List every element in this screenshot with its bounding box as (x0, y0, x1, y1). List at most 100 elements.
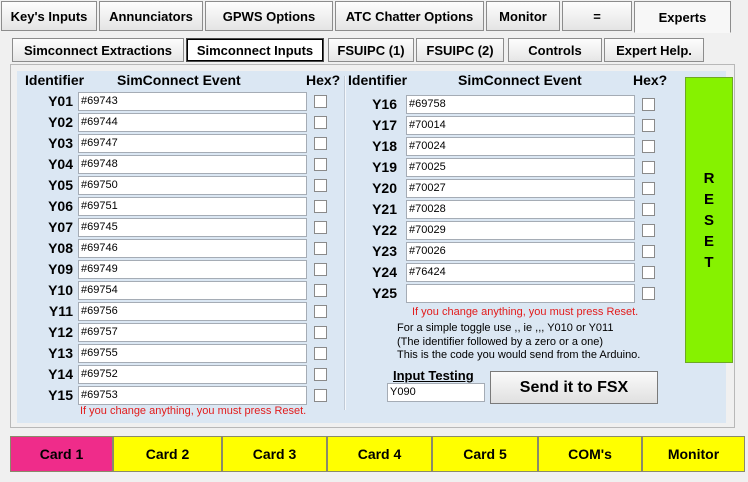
simconnect-event-field[interactable]: #70029 (406, 221, 635, 240)
hex-checkbox[interactable] (314, 95, 327, 108)
hex-checkbox[interactable] (642, 224, 655, 237)
simconnect-event-field[interactable]: #69743 (78, 92, 307, 111)
hex-checkbox[interactable] (642, 287, 655, 300)
keys-inputs-button[interactable]: Key's Inputs (1, 1, 97, 31)
monitor-card-button[interactable]: Monitor (642, 436, 745, 472)
tab-simconnect-extractions[interactable]: Simconnect Extractions (12, 38, 184, 62)
row-identifier: Y13 (48, 345, 73, 361)
simconnect-event-field[interactable]: #69757 (78, 323, 307, 342)
simconnect-event-field[interactable] (406, 284, 635, 303)
simconnect-event-field[interactable]: #69754 (78, 281, 307, 300)
row-identifier: Y09 (48, 261, 73, 277)
hex-checkbox[interactable] (642, 266, 655, 279)
simconnect-event-field[interactable]: #69748 (78, 155, 307, 174)
simconnect-event-field[interactable]: #70026 (406, 242, 635, 261)
hex-checkbox[interactable] (314, 137, 327, 150)
row-identifier: Y16 (372, 96, 397, 112)
hex-checkbox[interactable] (314, 368, 327, 381)
hex-checkbox[interactable] (642, 182, 655, 195)
simconnect-event-field[interactable]: #69755 (78, 344, 307, 363)
reset-letter: E (703, 190, 714, 208)
hex-checkbox[interactable] (642, 98, 655, 111)
hex-checkbox[interactable] (314, 221, 327, 234)
simconnect-event-field[interactable]: #70027 (406, 179, 635, 198)
hex-checkbox[interactable] (642, 203, 655, 216)
gpws-options-button[interactable]: GPWS Options (205, 1, 333, 31)
hex-checkbox[interactable] (642, 140, 655, 153)
hex-checkbox[interactable] (314, 389, 327, 402)
simconnect-event-field[interactable]: #69750 (78, 176, 307, 195)
card-3-button[interactable]: Card 3 (222, 436, 327, 472)
equals-button[interactable]: = (562, 1, 632, 31)
bottom-strip (0, 472, 748, 482)
toggle-note-line-2: (The identifier followed by a zero or a … (397, 336, 604, 348)
simconnect-event-field[interactable]: #69758 (406, 95, 635, 114)
tab-simconnect-inputs[interactable]: Simconnect Inputs (186, 38, 324, 62)
hex-checkbox[interactable] (314, 179, 327, 192)
tab-expert-help[interactable]: Expert Help. (604, 38, 704, 62)
row-identifier: Y02 (48, 114, 73, 130)
send-to-fsx-button[interactable]: Send it to FSX (490, 371, 658, 404)
row-identifier: Y19 (372, 159, 397, 175)
input-testing-field[interactable]: Y090 (387, 383, 485, 402)
tab-strip: Simconnect Extractions Simconnect Inputs… (10, 38, 730, 64)
atc-chatter-options-button[interactable]: ATC Chatter Options (335, 1, 484, 31)
annunciators-button[interactable]: Annunciators (99, 1, 203, 31)
hex-checkbox[interactable] (314, 158, 327, 171)
simconnect-event-field[interactable]: #69756 (78, 302, 307, 321)
card-1-button[interactable]: Card 1 (10, 436, 113, 472)
hex-checkbox[interactable] (642, 245, 655, 258)
simconnect-event-field[interactable]: #69749 (78, 260, 307, 279)
simconnect-event-field[interactable]: #69752 (78, 365, 307, 384)
tab-fsuipc-2[interactable]: FSUIPC (2) (416, 38, 504, 62)
row-identifier: Y20 (372, 180, 397, 196)
simconnect-event-field[interactable]: #69747 (78, 134, 307, 153)
hex-checkbox[interactable] (314, 347, 327, 360)
tab-fsuipc-1[interactable]: FSUIPC (1) (328, 38, 414, 62)
hex-checkbox[interactable] (642, 119, 655, 132)
tab-controls[interactable]: Controls (508, 38, 602, 62)
right-identifier-header: Identifier (348, 72, 408, 88)
row-identifier: Y14 (48, 366, 73, 382)
simconnect-event-field[interactable]: #70028 (406, 200, 635, 219)
column-divider (344, 76, 346, 410)
simconnect-event-field[interactable]: #70025 (406, 158, 635, 177)
right-event-header: SimConnect Event (458, 72, 582, 88)
hex-checkbox[interactable] (314, 305, 327, 318)
simconnect-event-field[interactable]: #69744 (78, 113, 307, 132)
hex-checkbox[interactable] (314, 263, 327, 276)
reset-button[interactable]: R E S E T (685, 77, 733, 363)
reset-letter: S (703, 211, 714, 229)
card-4-button[interactable]: Card 4 (327, 436, 432, 472)
hex-checkbox[interactable] (314, 326, 327, 339)
hex-checkbox[interactable] (642, 161, 655, 174)
row-identifier: Y18 (372, 138, 397, 154)
row-identifier: Y04 (48, 156, 73, 172)
simconnect-event-field[interactable]: #69746 (78, 239, 307, 258)
top-menu-bar: Key's Inputs Annunciators GPWS Options A… (0, 0, 748, 34)
simconnect-event-field[interactable]: #70014 (406, 116, 635, 135)
monitor-top-button[interactable]: Monitor (486, 1, 560, 31)
row-identifier: Y22 (372, 222, 397, 238)
row-identifier: Y06 (48, 198, 73, 214)
input-testing-label: Input Testing (393, 368, 474, 383)
left-event-header: SimConnect Event (117, 72, 241, 88)
hex-checkbox[interactable] (314, 242, 327, 255)
card-5-button[interactable]: Card 5 (432, 436, 538, 472)
row-identifier: Y11 (48, 303, 73, 319)
row-identifier: Y21 (372, 201, 397, 217)
row-identifier: Y23 (372, 243, 397, 259)
left-reset-warning: If you change anything, you must press R… (80, 405, 307, 417)
reset-letter: E (703, 232, 714, 250)
simconnect-event-field[interactable]: #69751 (78, 197, 307, 216)
experts-button[interactable]: Experts (634, 1, 731, 33)
hex-checkbox[interactable] (314, 200, 327, 213)
hex-checkbox[interactable] (314, 116, 327, 129)
simconnect-event-field[interactable]: #69753 (78, 386, 307, 405)
simconnect-event-field[interactable]: #76424 (406, 263, 635, 282)
card-2-button[interactable]: Card 2 (113, 436, 222, 472)
coms-button[interactable]: COM's (538, 436, 642, 472)
simconnect-event-field[interactable]: #69745 (78, 218, 307, 237)
simconnect-event-field[interactable]: #70024 (406, 137, 635, 156)
hex-checkbox[interactable] (314, 284, 327, 297)
